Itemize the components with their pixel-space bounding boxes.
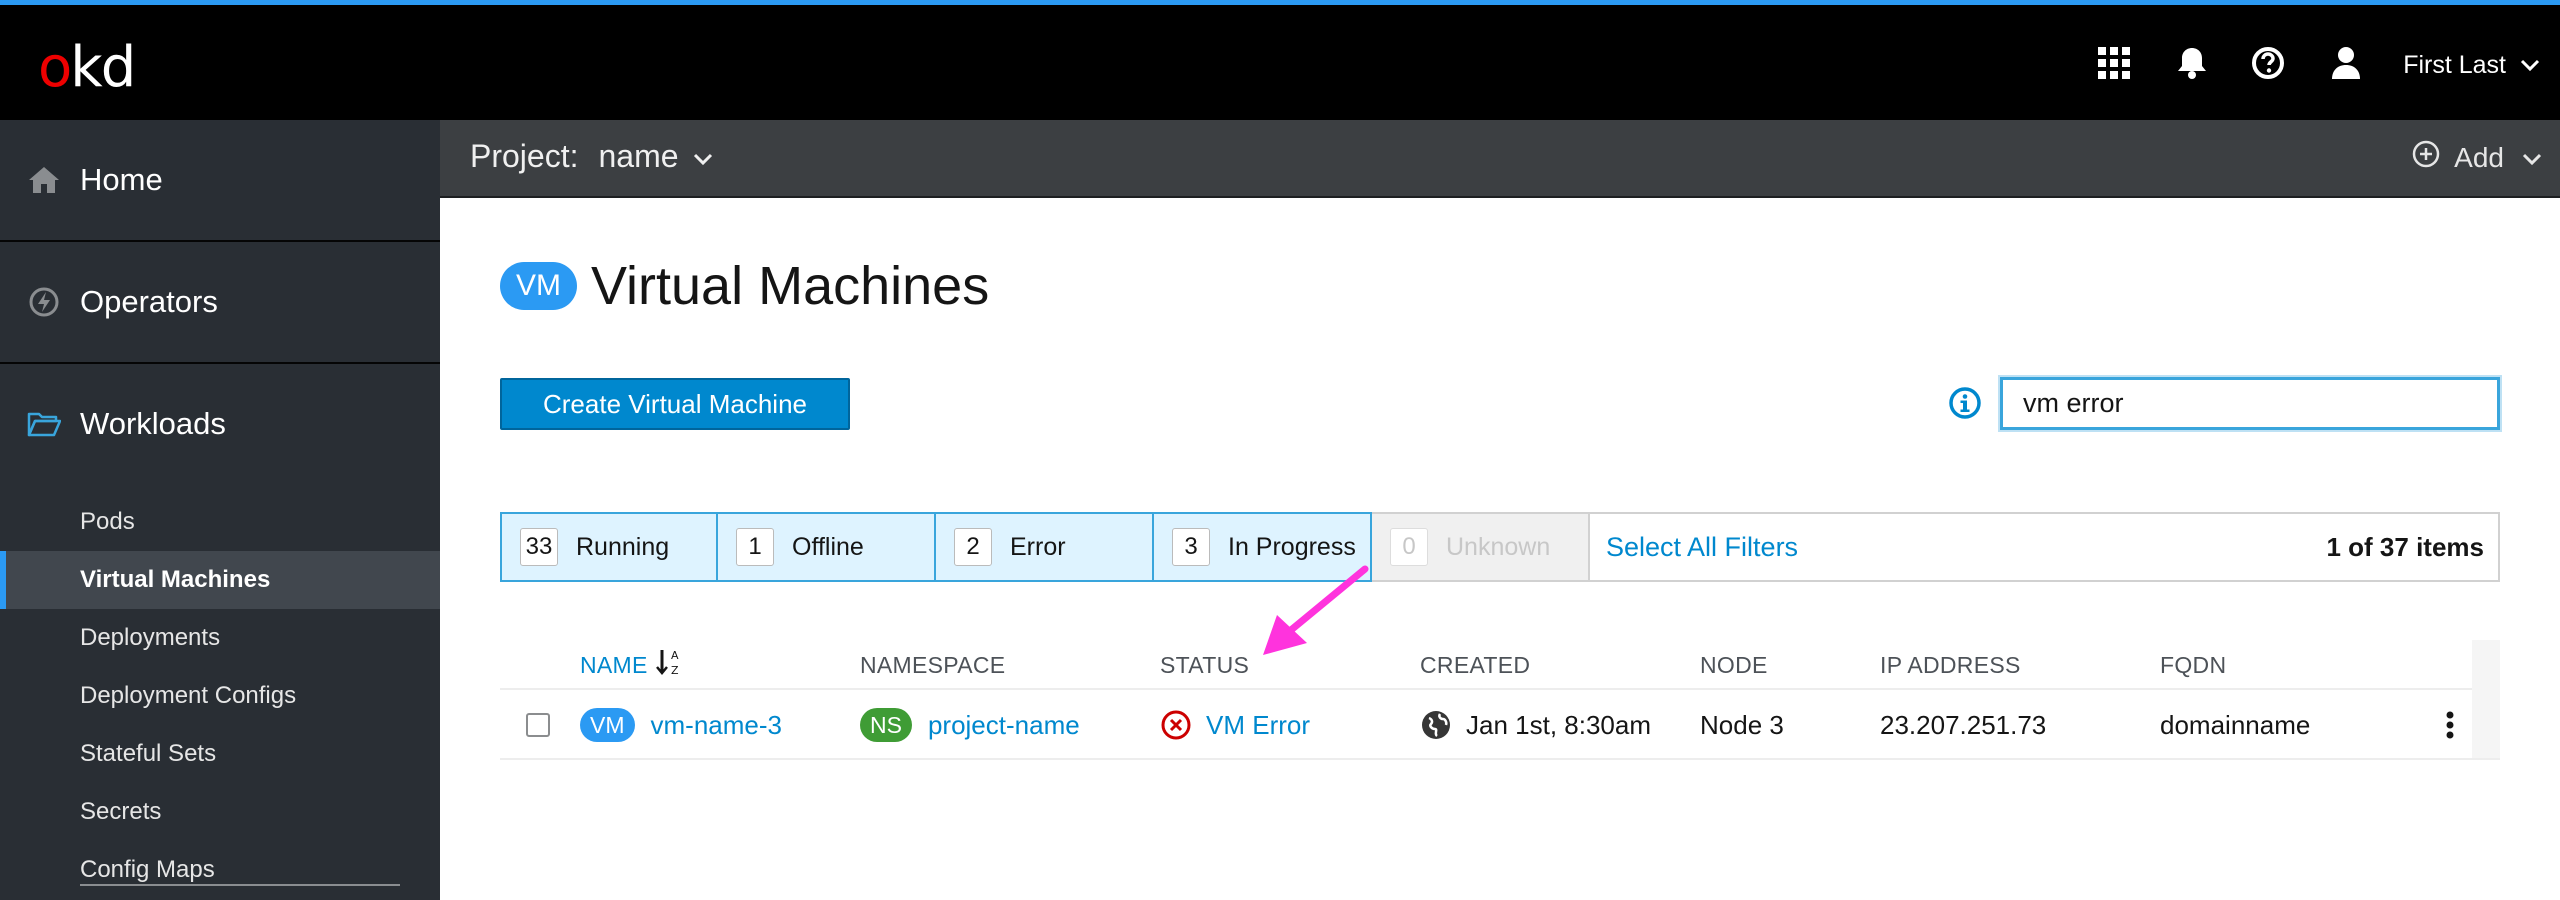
vm-name-link[interactable]: vm-name-3 bbox=[651, 710, 782, 741]
subnav-item-deployments[interactable]: Deployments bbox=[0, 609, 440, 667]
filter-label: Error bbox=[1010, 532, 1066, 561]
filter-count: 3 bbox=[1172, 528, 1210, 566]
page-heading: VM Virtual Machines bbox=[500, 255, 989, 317]
workloads-subnav: Pods Virtual Machines Deployments Deploy… bbox=[0, 493, 440, 899]
user-menu[interactable]: First Last bbox=[2403, 45, 2540, 85]
cell-status: VM Error bbox=[1160, 690, 1310, 760]
chevron-down-icon bbox=[2520, 51, 2540, 80]
project-selector[interactable]: Project: name bbox=[470, 138, 713, 175]
filter-running[interactable]: 33 Running bbox=[500, 512, 718, 582]
masthead: okd First Last bbox=[0, 0, 2560, 120]
create-virtual-machine-button[interactable]: Create Virtual Machine bbox=[500, 378, 850, 430]
subnav-divider bbox=[80, 884, 400, 886]
column-header-name[interactable]: NAME A Z bbox=[580, 640, 684, 690]
page-title: Virtual Machines bbox=[591, 256, 990, 316]
project-label: Project: bbox=[470, 138, 579, 174]
status-link[interactable]: VM Error bbox=[1206, 710, 1310, 741]
user-name: First Last bbox=[2403, 50, 2506, 79]
item-count: 1 of 37 items bbox=[2326, 531, 2484, 562]
kebab-menu-icon[interactable] bbox=[2436, 690, 2464, 760]
sort-alpha-asc-icon: A Z bbox=[655, 647, 684, 683]
subnav-item-stateful-sets[interactable]: Stateful Sets bbox=[0, 725, 440, 783]
folder-open-icon bbox=[24, 410, 64, 438]
cell-fqdn: domainname bbox=[2160, 709, 2311, 740]
cell-name: VM vm-name-3 bbox=[580, 690, 782, 760]
filter-error[interactable]: 2 Error bbox=[936, 512, 1154, 582]
subnav-item-config-maps[interactable]: Config Maps bbox=[0, 841, 440, 899]
chevron-down-icon bbox=[2522, 142, 2542, 174]
filter-unknown: 0 Unknown bbox=[1372, 514, 1590, 580]
add-label: Add bbox=[2454, 141, 2504, 173]
info-icon[interactable] bbox=[1948, 386, 1982, 425]
nav-workloads-label: Workloads bbox=[80, 406, 226, 441]
plus-circle-icon bbox=[2412, 140, 2440, 175]
column-header-fqdn[interactable]: FQDN bbox=[2160, 640, 2226, 690]
subnav-item-deployment-configs[interactable]: Deployment Configs bbox=[0, 667, 440, 725]
search-input[interactable] bbox=[2000, 377, 2500, 430]
nav-home-label: Home bbox=[80, 162, 163, 197]
filter-count: 1 bbox=[736, 528, 774, 566]
chevron-down-icon bbox=[693, 138, 713, 175]
column-header-status[interactable]: STATUS bbox=[1160, 640, 1249, 690]
ns-badge: NS bbox=[860, 708, 912, 742]
column-header-ip-address[interactable]: IP ADDRESS bbox=[1880, 640, 2021, 690]
globe-icon bbox=[1420, 709, 1452, 741]
project-value: name bbox=[598, 138, 679, 174]
filter-count: 2 bbox=[954, 528, 992, 566]
filter-count: 0 bbox=[1390, 528, 1428, 566]
column-header-node[interactable]: NODE bbox=[1700, 640, 1768, 690]
svg-text:A: A bbox=[671, 649, 679, 662]
subnav-item-virtual-machines[interactable]: Virtual Machines bbox=[0, 551, 440, 609]
okd-logo[interactable]: okd bbox=[38, 35, 136, 100]
bell-icon[interactable] bbox=[2174, 45, 2210, 81]
add-button[interactable]: Add bbox=[2412, 140, 2542, 175]
cell-namespace: NS project-name bbox=[860, 690, 1080, 760]
home-icon bbox=[24, 165, 64, 195]
cell-created: Jan 1st, 8:30am bbox=[1420, 690, 1651, 760]
filter-label: Unknown bbox=[1446, 532, 1551, 561]
filter-offline[interactable]: 1 Offline bbox=[718, 512, 936, 582]
grid-icon[interactable] bbox=[2096, 45, 2132, 81]
cell-node: Node 3 bbox=[1700, 709, 1784, 740]
row-checkbox[interactable] bbox=[526, 690, 550, 760]
nav-home[interactable]: Home bbox=[0, 120, 440, 240]
vm-badge: VM bbox=[580, 708, 635, 742]
subnav-item-secrets[interactable]: Secrets bbox=[0, 783, 440, 841]
subnav-item-pods[interactable]: Pods bbox=[0, 493, 440, 551]
filter-count: 33 bbox=[520, 528, 558, 566]
annotation-arrow-icon bbox=[1255, 565, 1375, 670]
select-all-filters-link[interactable]: Select All Filters bbox=[1606, 514, 1798, 580]
nav-workloads[interactable]: Workloads bbox=[0, 364, 440, 484]
filter-label: In Progress bbox=[1228, 532, 1356, 561]
error-circle-icon bbox=[1160, 709, 1192, 741]
column-header-created[interactable]: CREATED bbox=[1420, 640, 1530, 690]
filter-label: Offline bbox=[792, 532, 864, 561]
cell-ip-address: 23.207.251.73 bbox=[1880, 709, 2047, 740]
table-header: NAME A Z NAMESPACE STATUS CREATED NODE I… bbox=[500, 640, 2500, 690]
status-filter-bar: 33 Running 1 Offline 2 Error 3 In Progre… bbox=[500, 512, 2500, 582]
filter-label: Running bbox=[576, 532, 670, 561]
column-header-namespace[interactable]: NAMESPACE bbox=[860, 640, 1005, 690]
namespace-link[interactable]: project-name bbox=[928, 710, 1080, 741]
created-value: Jan 1st, 8:30am bbox=[1466, 709, 1651, 740]
svg-text:Z: Z bbox=[671, 664, 679, 677]
bolt-icon bbox=[24, 286, 64, 318]
project-bar: Project: name Add bbox=[440, 120, 2560, 198]
user-icon[interactable] bbox=[2328, 45, 2364, 81]
help-icon[interactable] bbox=[2250, 45, 2286, 81]
table-row: VM vm-name-3 NS project-name VM Error Ja… bbox=[500, 690, 2500, 760]
vm-badge: VM bbox=[500, 262, 577, 310]
sidebar: Home Operators Workloads Pods Virtual Ma… bbox=[0, 120, 440, 900]
nav-operators[interactable]: Operators bbox=[0, 242, 440, 362]
nav-operators-label: Operators bbox=[80, 284, 218, 319]
